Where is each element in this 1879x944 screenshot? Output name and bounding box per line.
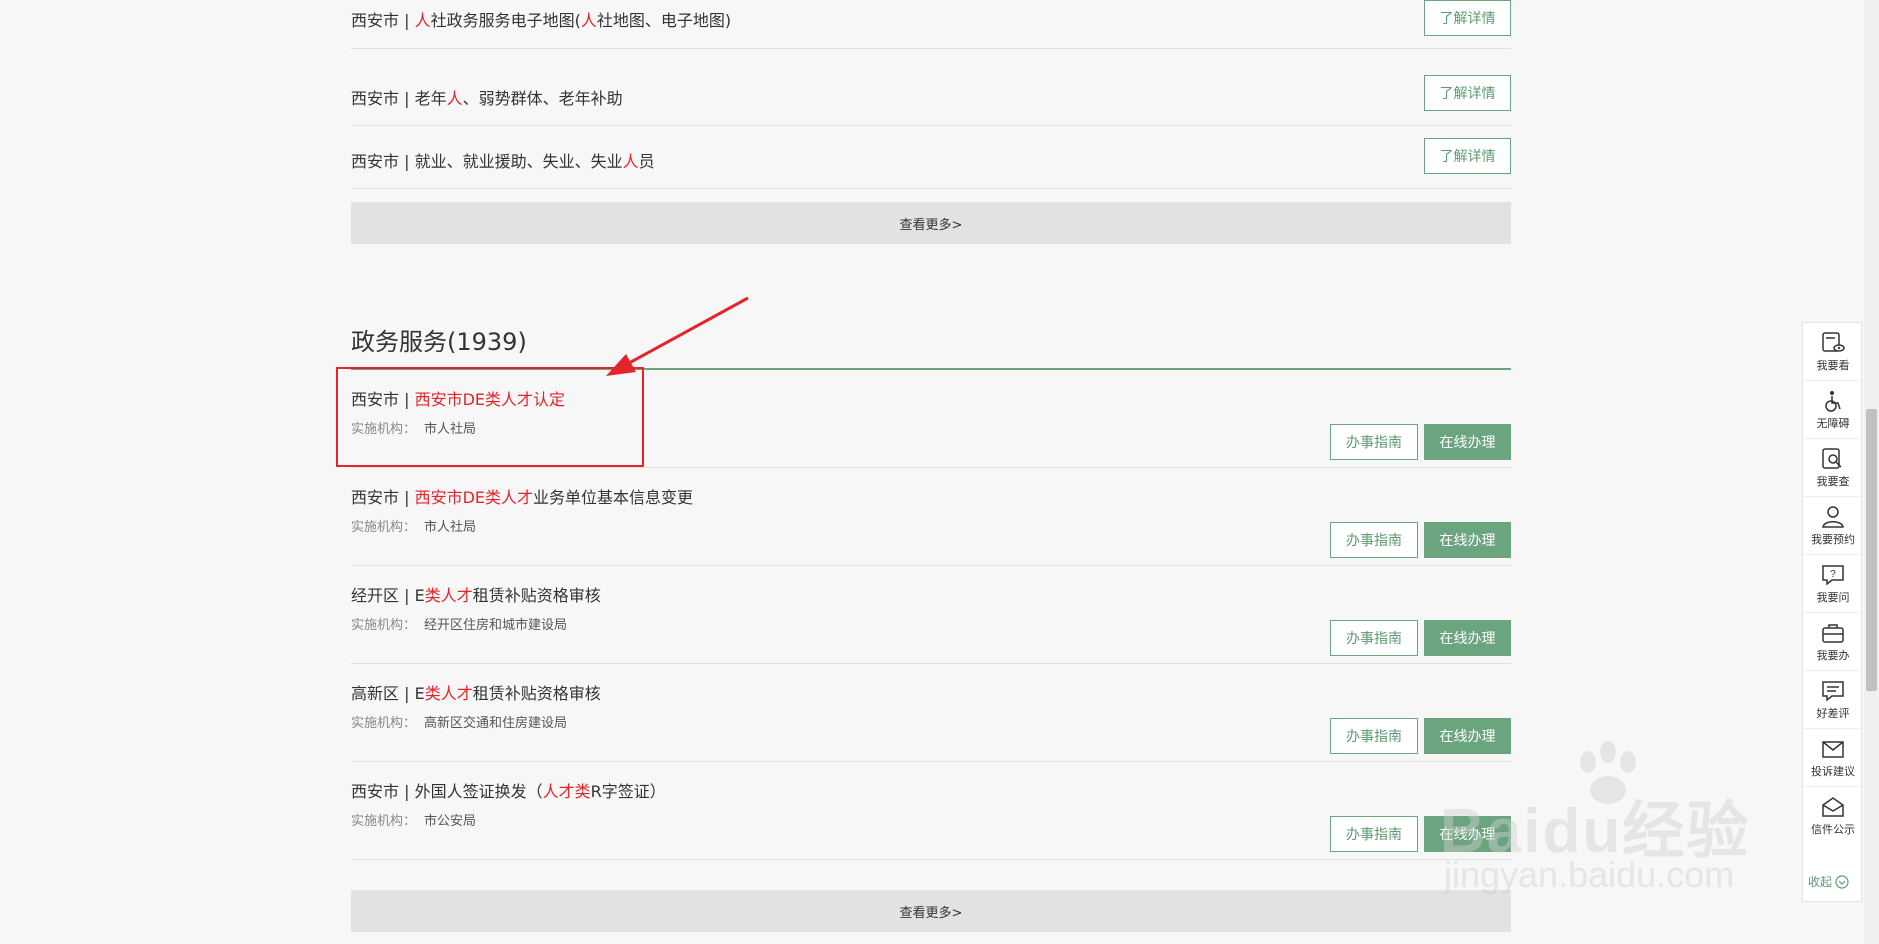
eye-doc-icon xyxy=(1822,332,1845,352)
sidebar-item-search[interactable]: 我要查 xyxy=(1803,439,1863,497)
sidebar-item-view[interactable]: 我要看 xyxy=(1803,323,1863,381)
details-button[interactable]: 了解详情 xyxy=(1424,0,1511,36)
sidebar-item-handle[interactable]: 我要办 xyxy=(1803,613,1863,671)
user-icon xyxy=(1822,506,1844,528)
result-row: 西安市 | 人社政务服务电子地图(人社地图、电子地图) 了解详情 xyxy=(351,0,1511,49)
service-item: 西安市 | 外国人签证换发（人才类R字签证） 实施机构： 市公安局 办事指南 在线… xyxy=(351,762,1511,860)
service-title[interactable]: 经开区 | E类人才租赁补贴资格审核 xyxy=(351,582,601,606)
service-agency: 实施机构： 市公安局 xyxy=(351,814,477,829)
wheelchair-icon xyxy=(1825,391,1841,412)
section-title: 政务服务(1939) xyxy=(351,328,527,356)
sidebar-item-appointment[interactable]: 我要预约 xyxy=(1803,497,1863,555)
details-button[interactable]: 了解详情 xyxy=(1424,138,1511,174)
view-more-button[interactable]: 查看更多> xyxy=(351,890,1511,932)
sidebar-item-ask[interactable]: ? 我要问 xyxy=(1803,555,1863,613)
online-apply-button[interactable]: 在线办理 xyxy=(1424,620,1511,656)
collapse-button[interactable]: 收起 xyxy=(1808,873,1849,890)
briefcase-icon xyxy=(1822,624,1844,643)
online-apply-button[interactable]: 在线办理 xyxy=(1424,816,1511,852)
view-more-button[interactable]: 查看更多> xyxy=(351,202,1511,244)
result-title[interactable]: 西安市 | 老年人、弱势群体、老年补助 xyxy=(351,85,623,109)
service-title[interactable]: 西安市 | 外国人签证换发（人才类R字签证） xyxy=(351,778,666,802)
sidebar-item-accessibility[interactable]: 无障碍 xyxy=(1803,381,1863,439)
svg-text:?: ? xyxy=(1830,569,1836,580)
guide-button[interactable]: 办事指南 xyxy=(1330,816,1418,852)
highlight-box xyxy=(336,367,644,467)
comment-icon xyxy=(1822,681,1844,702)
service-title[interactable]: 西安市 | 西安市DE类人才业务单位基本信息变更 xyxy=(351,484,693,508)
mail-icon xyxy=(1822,741,1844,758)
annotation-arrow-icon xyxy=(606,296,749,376)
sidebar-item-complaint[interactable]: 投诉建议 xyxy=(1803,729,1863,787)
search-doc-icon xyxy=(1822,448,1842,469)
guide-button[interactable]: 办事指南 xyxy=(1330,522,1418,558)
sidebar-item-rating[interactable]: 好差评 xyxy=(1803,671,1863,729)
sidebar-item-letters[interactable]: 信件公示 xyxy=(1803,787,1863,845)
service-title[interactable]: 高新区 | E类人才租赁补贴资格审核 xyxy=(351,680,601,704)
paw-icon xyxy=(1580,741,1636,804)
result-title[interactable]: 西安市 | 就业、就业援助、失业、失业人员 xyxy=(351,148,655,172)
service-item: 经开区 | E类人才租赁补贴资格审核 实施机构： 经开区住房和城市建设局 办事指南… xyxy=(351,566,1511,664)
question-bubble-icon: ? xyxy=(1822,565,1844,586)
service-agency: 实施机构： 市人社局 xyxy=(351,520,477,535)
service-agency: 实施机构： 经开区住房和城市建设局 xyxy=(351,618,568,633)
open-mail-icon xyxy=(1822,797,1844,817)
guide-button[interactable]: 办事指南 xyxy=(1330,718,1418,754)
result-row: 西安市 | 就业、就业援助、失业、失业人员 了解详情 xyxy=(351,126,1511,189)
online-apply-button[interactable]: 在线办理 xyxy=(1424,718,1511,754)
online-apply-button[interactable]: 在线办理 xyxy=(1424,522,1511,558)
service-item: 高新区 | E类人才租赁补贴资格审核 实施机构： 高新区交通和住房建设局 办事指南… xyxy=(351,664,1511,762)
details-button[interactable]: 了解详情 xyxy=(1424,75,1511,111)
service-agency: 实施机构： 高新区交通和住房建设局 xyxy=(351,716,568,731)
scrollbar-thumb[interactable] xyxy=(1866,409,1877,691)
result-row: 西安市 | 老年人、弱势群体、老年补助 了解详情 xyxy=(351,63,1511,126)
guide-button[interactable]: 办事指南 xyxy=(1330,424,1418,460)
chevron-down-circle-icon xyxy=(1835,874,1849,889)
top-results: 西安市 | 人社政务服务电子地图(人社地图、电子地图) 了解详情 西安市 | 老… xyxy=(351,0,1511,189)
result-title[interactable]: 西安市 | 人社政务服务电子地图(人社地图、电子地图) xyxy=(351,7,731,31)
floating-sidebar: 我要看 无障碍 我要查 我要预约 ? 我要问 我要办 好差评 投诉建议 信件公示 xyxy=(1802,322,1863,902)
service-item: 西安市 | 西安市DE类人才业务单位基本信息变更 实施机构： 市人社局 办事指南 … xyxy=(351,468,1511,566)
guide-button[interactable]: 办事指南 xyxy=(1330,620,1418,656)
online-apply-button[interactable]: 在线办理 xyxy=(1424,424,1511,460)
